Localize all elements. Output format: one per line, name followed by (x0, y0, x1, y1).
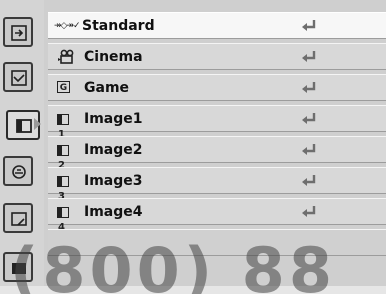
image-adjust-icon (12, 165, 26, 179)
menu-item-label: Image4 (84, 204, 143, 220)
menu-item-image1[interactable]: 1 Image1 (48, 105, 386, 140)
image-slot-icon: 1 (57, 111, 75, 140)
menu-item-label: Image3 (84, 173, 143, 189)
game-icon: G (57, 81, 70, 93)
menu-item-label: Image2 (84, 142, 143, 158)
image-select-icon (16, 119, 32, 133)
active-tab-pointer (34, 118, 41, 130)
enter-return-icon (302, 20, 316, 31)
enter-return-icon (302, 51, 316, 62)
tab-image-adjust[interactable] (3, 156, 33, 186)
menu-empty-row (48, 229, 386, 256)
film-camera-icon (58, 49, 74, 64)
enter-return-icon (302, 175, 316, 186)
enter-return-icon (302, 113, 316, 124)
tab-input[interactable] (3, 17, 33, 47)
tab-pc-adjust[interactable] (3, 62, 33, 92)
enter-return-icon (302, 206, 316, 217)
menu-item-game[interactable]: G Game (48, 74, 386, 101)
image-select-menu: ↠◇↠✓ Standard Cinema G Game 1 Image1 2 I… (44, 0, 386, 286)
image-slot-icon: 3 (57, 173, 75, 202)
enter-return-icon (302, 144, 316, 155)
menu-item-label: Image1 (84, 111, 143, 127)
menu-item-cinema[interactable]: Cinema (48, 43, 386, 70)
tab-screen[interactable] (3, 203, 33, 233)
standard-icon: ↠◇↠✓ (54, 21, 81, 31)
image-slot-icon: 2 (57, 142, 75, 171)
setting-icon (12, 263, 26, 274)
input-icon (11, 25, 27, 41)
menu-item-label: Standard (82, 18, 155, 34)
menu-item-label: Cinema (84, 49, 143, 65)
menu-item-image2[interactable]: 2 Image2 (48, 136, 386, 171)
tab-rail (0, 0, 44, 286)
pc-adjust-icon (11, 70, 27, 86)
image-slot-icon: 4 (57, 204, 75, 233)
screen-icon (11, 212, 27, 226)
menu-item-standard[interactable]: ↠◇↠✓ Standard (48, 12, 386, 39)
menu-item-image4[interactable]: 4 Image4 (48, 198, 386, 233)
menu-item-image3[interactable]: 3 Image3 (48, 167, 386, 202)
tab-setting[interactable] (3, 252, 33, 282)
menu-item-label: Game (84, 80, 130, 96)
enter-return-icon (302, 82, 316, 93)
